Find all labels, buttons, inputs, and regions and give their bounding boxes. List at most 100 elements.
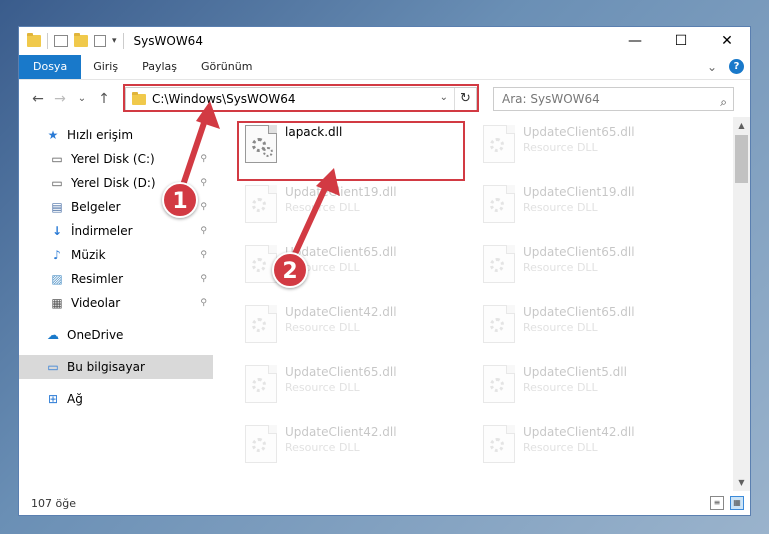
network-icon: ⊞ — [47, 392, 59, 406]
vertical-scrollbar[interactable]: ▲ ▼ — [733, 117, 750, 491]
tab-giris[interactable]: Giriş — [81, 55, 130, 79]
item-count: 107 öğe — [31, 496, 76, 510]
recent-locations-button[interactable]: ⌄ — [71, 93, 93, 104]
dll-file-icon — [483, 425, 515, 463]
step-badge-2: 2 — [272, 252, 308, 288]
sidebar-item-label: Bu bilgisayar — [67, 360, 145, 374]
file-item[interactable]: UpdateClient42.dll Resource DLL — [239, 301, 459, 351]
file-name: UpdateClient65.dll — [523, 245, 635, 259]
maximize-button[interactable]: ☐ — [658, 27, 704, 55]
dll-file-icon — [483, 305, 515, 343]
sidebar-item-videos[interactable]: ▦ Videolar ⚲ — [19, 291, 213, 315]
new-folder-icon[interactable] — [74, 33, 88, 47]
step-badge-1: 1 — [162, 182, 198, 218]
sidebar-item-downloads[interactable]: ↓ İndirmeler ⚲ — [19, 219, 213, 243]
dll-file-icon — [483, 185, 515, 223]
tiles-view-icon[interactable]: ▦ — [730, 496, 744, 510]
window-title: SysWOW64 — [133, 34, 203, 48]
search-input[interactable]: Ara: SysWOW64 ⌕ — [493, 87, 734, 111]
title-bar: ▾ SysWOW64 — ☐ ✕ — [19, 27, 750, 55]
drive-icon: ▭ — [51, 152, 63, 166]
file-name: UpdateClient5.dll — [523, 365, 627, 379]
dll-file-icon — [245, 185, 277, 223]
dll-file-icon — [483, 125, 515, 163]
dll-file-icon — [483, 245, 515, 283]
dll-file-icon — [483, 365, 515, 403]
sidebar-item-this-pc[interactable]: ▭ Bu bilgisayar — [19, 355, 213, 379]
sidebar-item-label: Ağ — [67, 392, 83, 406]
gear-icon — [252, 438, 266, 452]
details-view-icon[interactable]: ≡ — [710, 496, 724, 510]
file-item[interactable]: UpdateClient65.dll Resource DLL — [477, 241, 697, 291]
sidebar-item-label: Videolar — [71, 296, 121, 310]
gear-icon — [252, 318, 266, 332]
cloud-icon: ☁ — [47, 328, 59, 342]
dll-file-icon — [245, 425, 277, 463]
quick-access-toolbar: ▾ — [19, 33, 124, 49]
separator — [47, 33, 48, 49]
file-item[interactable]: UpdateClient65.dll Resource DLL — [477, 301, 697, 351]
music-icon: ♪ — [53, 248, 61, 262]
help-icon[interactable]: ? — [729, 59, 744, 74]
tab-gorunum[interactable]: Görünüm — [189, 55, 264, 79]
expand-ribbon-chevron-icon[interactable]: ⌄ — [707, 60, 717, 74]
sidebar-item-label: Belgeler — [71, 200, 121, 214]
search-icon: ⌕ — [720, 95, 727, 109]
pin-icon[interactable]: ⚲ — [200, 274, 207, 284]
file-type: Resource DLL — [285, 381, 360, 394]
sidebar-item-network[interactable]: ⊞ Ağ — [19, 387, 213, 411]
file-name: UpdateClient19.dll — [523, 185, 635, 199]
gear-icon — [252, 378, 266, 392]
scroll-up-icon[interactable]: ▲ — [733, 117, 750, 134]
back-button[interactable]: ← — [27, 91, 49, 107]
sidebar-item-label: Hızlı erişim — [67, 128, 134, 142]
separator — [122, 33, 124, 49]
drive-icon: ▭ — [51, 176, 63, 190]
tab-dosya[interactable]: Dosya — [19, 55, 82, 79]
file-name: UpdateClient65.dll — [523, 125, 635, 139]
sidebar-item-label: Resimler — [71, 272, 124, 286]
file-type: Resource DLL — [285, 321, 360, 334]
tab-paylas[interactable]: Paylaş — [130, 55, 189, 79]
gear-icon — [490, 318, 504, 332]
file-item[interactable]: UpdateClient42.dll Resource DLL — [477, 421, 697, 471]
file-name: UpdateClient65.dll — [523, 305, 635, 319]
star-icon: ★ — [47, 128, 59, 142]
file-item[interactable]: UpdateClient65.dll Resource DLL — [239, 361, 459, 411]
file-type: Resource DLL — [523, 141, 598, 154]
pin-icon[interactable]: ⚲ — [200, 250, 207, 260]
toolbar-dropdown-icon[interactable]: ▾ — [112, 36, 117, 46]
file-item[interactable]: UpdateClient19.dll Resource DLL — [477, 181, 697, 231]
close-button[interactable]: ✕ — [704, 27, 750, 55]
sidebar-item-label: OneDrive — [67, 328, 124, 342]
file-name: UpdateClient42.dll — [523, 425, 635, 439]
scroll-down-icon[interactable]: ▼ — [733, 474, 750, 491]
file-item[interactable]: UpdateClient65.dll Resource DLL — [477, 121, 697, 171]
pin-icon[interactable]: ⚲ — [200, 226, 207, 236]
computer-icon: ▭ — [47, 360, 59, 374]
sidebar-item-onedrive[interactable]: ☁ OneDrive — [19, 323, 213, 347]
sidebar-item-music[interactable]: ♪ Müzik ⚲ — [19, 243, 213, 267]
file-item[interactable]: UpdateClient42.dll Resource DLL — [239, 421, 459, 471]
sidebar-item-pictures[interactable]: ▨ Resimler ⚲ — [19, 267, 213, 291]
file-type: Resource DLL — [523, 441, 598, 454]
pin-icon[interactable]: ⚲ — [200, 298, 207, 308]
customize-toolbar-icon[interactable] — [94, 35, 106, 47]
window-controls: — ☐ ✕ — [612, 27, 750, 55]
ribbon-right-controls: ⌄ ? — [707, 59, 744, 74]
folder-icon — [27, 33, 41, 47]
documents-icon: ▤ — [51, 200, 63, 214]
gear-icon — [490, 198, 504, 212]
gear-icon — [490, 138, 504, 152]
forward-button[interactable]: → — [49, 91, 71, 107]
file-name: UpdateClient42.dll — [285, 305, 397, 319]
videos-icon: ▦ — [51, 296, 63, 310]
file-item[interactable]: UpdateClient5.dll Resource DLL — [477, 361, 697, 411]
scroll-thumb[interactable] — [735, 135, 748, 183]
minimize-button[interactable]: — — [612, 27, 658, 55]
properties-icon[interactable] — [54, 35, 68, 47]
search-placeholder: Ara: SysWOW64 — [502, 92, 600, 106]
up-button[interactable]: ↑ — [93, 91, 115, 107]
gear-icon — [252, 198, 266, 212]
